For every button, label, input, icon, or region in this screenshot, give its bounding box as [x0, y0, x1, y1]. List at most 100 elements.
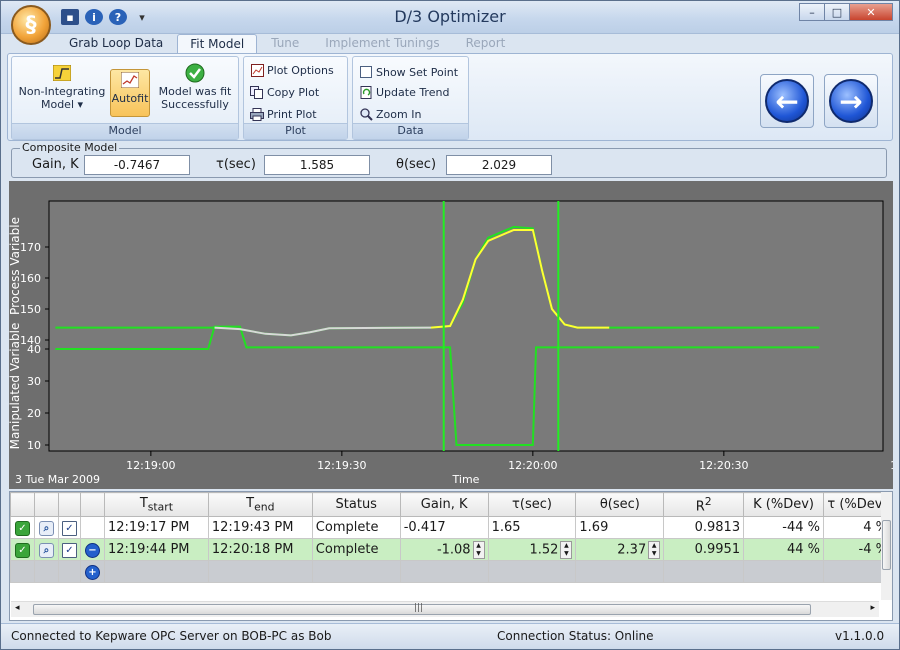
autofit-button[interactable]: Autofit	[110, 69, 150, 117]
row-ok-cell: ✓	[10, 516, 35, 539]
show-set-point-toggle[interactable]: Show Set Point	[359, 62, 458, 82]
header-status[interactable]: Status	[311, 492, 401, 517]
new-row-blank	[10, 560, 35, 583]
remove-row-icon[interactable]: −	[84, 542, 100, 558]
gain-spinner[interactable]: ▲ ▼	[472, 540, 485, 559]
new-row[interactable]: +	[10, 560, 893, 583]
back-button[interactable]: ←	[760, 74, 814, 128]
theta-field[interactable]: 2.029	[446, 155, 552, 175]
cell-tau-editable[interactable]: 1.52 ▲ ▼	[487, 538, 577, 561]
mv-tick-label: 40	[27, 343, 41, 356]
header-tend[interactable]: Tend	[207, 492, 313, 517]
print-plot-button[interactable]: Print Plot	[250, 104, 317, 124]
gain-label: Gain, K	[32, 157, 79, 172]
header-tau[interactable]: τ(sec)	[487, 492, 577, 517]
cell-theta-editable[interactable]: 2.37 ▲ ▼	[575, 538, 665, 561]
maximize-button[interactable]: □	[824, 3, 850, 21]
header-blank-3	[57, 492, 81, 517]
magnifier-icon[interactable]: ⌕	[38, 520, 54, 536]
minimize-button[interactable]: –	[799, 3, 825, 21]
header-theta[interactable]: θ(sec)	[575, 492, 665, 517]
tab-tune[interactable]: Tune	[259, 34, 311, 54]
non-integrating-model-button[interactable]: Non-Integrating Model ▾	[18, 63, 106, 111]
scroll-right-icon[interactable]: ▸	[870, 603, 875, 613]
back-arrow-icon: ←	[765, 79, 809, 123]
plot-options-button[interactable]: Plot Options	[250, 60, 334, 80]
trend-chart[interactable]: 1401501601701020304012:19:00 12:19:30 12:2…	[9, 181, 893, 489]
new-row-blank	[207, 560, 313, 583]
tab-grab-loop-data[interactable]: Grab Loop Data	[57, 34, 175, 54]
mv-tick-label: 30	[27, 375, 41, 388]
checkbox-icon[interactable]	[359, 65, 373, 79]
ribbon: Non-Integrating Model ▾ Autofit Model wa…	[7, 53, 893, 141]
model-group: Non-Integrating Model ▾ Autofit Model wa…	[11, 56, 239, 140]
new-row-blank	[311, 560, 401, 583]
cell-gain-editable[interactable]: -1.08 ▲ ▼	[399, 538, 489, 561]
table-row[interactable]: ✓ ⌕ ✓ 12:19:17 PM 12:19:43 PM Complete -…	[10, 516, 893, 539]
plot-group: Plot Options Copy Plot Print Plot Plot	[243, 56, 348, 140]
forward-button[interactable]: →	[824, 74, 878, 128]
header-tstart[interactable]: Tstart	[103, 492, 209, 517]
model-group-label: Model	[12, 123, 238, 139]
version-text: v1.1.0.0	[835, 629, 885, 643]
zoom-in-button[interactable]: Zoom In	[359, 104, 421, 124]
ok-check-icon[interactable]: ✓	[14, 520, 30, 536]
theta-label: θ(sec)	[396, 157, 437, 172]
mv-tick-label: 10	[27, 439, 41, 452]
scroll-left-icon[interactable]: ◂	[15, 603, 20, 613]
update-trend-button[interactable]: Update Trend	[359, 82, 449, 102]
row-zoom-cell: ⌕	[33, 538, 59, 561]
header-gain[interactable]: Gain, K	[399, 492, 489, 517]
ok-check-icon[interactable]: ✓	[14, 542, 30, 558]
cell-r2: 0.9951	[663, 538, 745, 561]
new-row-blank	[399, 560, 489, 583]
vertical-scroll-thumb[interactable]	[882, 520, 891, 570]
copy-icon	[250, 85, 264, 99]
autofit-chart-icon	[118, 70, 142, 90]
cell-tend: 12:19:43 PM	[207, 516, 313, 539]
grid-header-row: Tstart Tend Status Gain, K τ(sec) θ(sec)…	[10, 492, 893, 517]
horizontal-scroll-thumb[interactable]: |||	[33, 603, 811, 615]
step-response-icon	[50, 63, 74, 83]
app-menu-orb-icon[interactable]: §	[11, 5, 51, 45]
tab-fit-model[interactable]: Fit Model	[177, 34, 258, 54]
tab-implement-tunings[interactable]: Implement Tunings	[313, 34, 451, 54]
scroll-grip-icon: |||	[414, 603, 424, 613]
plot-group-label: Plot	[244, 123, 347, 139]
grid-horizontal-scrollbar[interactable]: ◂ ||| ▸	[11, 601, 879, 617]
row-checkbox[interactable]: ✓	[61, 520, 77, 536]
non-integrating-label: Non-Integrating	[18, 85, 106, 98]
theta-spinner[interactable]: ▲ ▼	[648, 540, 661, 559]
new-row-blank	[663, 560, 745, 583]
x-axis-label: Time	[452, 473, 480, 486]
fit-status-indicator: Model was fit Successfully	[154, 63, 236, 111]
header-blank-2	[33, 492, 59, 517]
printer-icon	[250, 107, 264, 121]
print-plot-label: Print Plot	[267, 107, 317, 121]
header-r2[interactable]: R2	[663, 492, 745, 517]
x-tick-label: 12:20:00	[508, 459, 557, 472]
zoom-in-icon	[359, 107, 373, 121]
row-checkbox[interactable]: ✓	[61, 542, 77, 558]
new-row-blank	[33, 560, 59, 583]
grid-vertical-scrollbar[interactable]	[881, 492, 892, 600]
tau-field[interactable]: 1.585	[264, 155, 370, 175]
header-k-dev[interactable]: K (%Dev)	[743, 492, 824, 517]
tab-report[interactable]: Report	[454, 34, 518, 54]
close-button[interactable]: ✕	[849, 3, 893, 21]
x-tick-label: 12:21:00	[890, 459, 893, 472]
table-row[interactable]: ✓ ⌕ ✓ − 12:19:44 PM 12:20:18 PM Complete…	[10, 538, 893, 561]
window-title: D/3 Optimizer	[394, 7, 506, 26]
x-tick-label: 12:20:30	[699, 459, 748, 472]
add-row-icon[interactable]: +	[84, 564, 100, 580]
connection-text: Connected to Kepware OPC Server on BOB-P…	[11, 629, 332, 643]
new-row-blank	[103, 560, 209, 583]
trend-plot[interactable]: 140 150 160 170 10 20 30 40 12:19:00 12:19:30 12:2…	[9, 181, 893, 489]
copy-plot-button[interactable]: Copy Plot	[250, 82, 319, 102]
plot-area	[48, 200, 884, 452]
cell-gain: -0.417	[399, 516, 489, 539]
checkmark-icon	[183, 63, 207, 83]
tau-spinner[interactable]: ▲ ▼	[560, 540, 573, 559]
magnifier-icon[interactable]: ⌕	[38, 542, 54, 558]
gain-field[interactable]: -0.7467	[84, 155, 190, 175]
